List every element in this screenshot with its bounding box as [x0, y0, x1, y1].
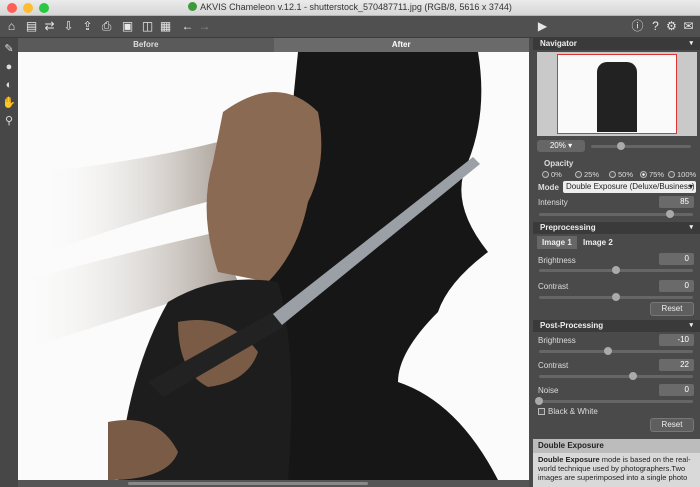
pre-contrast-label: Contrast: [538, 282, 569, 291]
print-icon[interactable]: ⎙: [99, 19, 114, 34]
window-title: AKVIS Chameleon v.12.1 - shutterstock_57…: [0, 2, 700, 12]
pre-brightness-slider[interactable]: [539, 266, 693, 274]
post-contrast-value[interactable]: 22: [659, 359, 694, 371]
pre-reset-button[interactable]: Reset: [650, 302, 694, 316]
collapse-icon[interactable]: ▾: [689, 222, 693, 234]
noise-label: Noise: [538, 386, 559, 395]
preprocessing-header[interactable]: Preprocessing ▾: [533, 222, 700, 234]
noise-slider[interactable]: [535, 397, 693, 405]
post-contrast-slider[interactable]: [539, 372, 693, 380]
black-white-checkbox[interactable]: [538, 408, 545, 415]
export-icon[interactable]: ⇪: [80, 19, 95, 34]
selection-tool-icon[interactable]: ✎: [2, 42, 16, 56]
pre-contrast-value[interactable]: 0: [659, 280, 694, 292]
intensity-value[interactable]: 85: [659, 196, 694, 208]
postprocessing-header[interactable]: Post-Processing ▾: [533, 320, 700, 332]
help-title: Double Exposure: [533, 439, 700, 453]
intensity-knob[interactable]: [665, 210, 674, 218]
zoom-select[interactable]: 20% ▾: [537, 140, 585, 152]
akvis-logo-icon: [188, 2, 198, 11]
mode-label: Mode: [538, 183, 559, 192]
settings-file-icon[interactable]: ▦: [158, 19, 173, 34]
gear-icon[interactable]: ⚙: [664, 19, 679, 34]
save-icon[interactable]: ⇩: [61, 19, 76, 34]
batch-icon[interactable]: ▣: [120, 19, 135, 34]
pre-contrast-slider[interactable]: [539, 293, 693, 301]
hand-tool-icon[interactable]: ✋: [2, 96, 16, 110]
info-icon[interactable]: ⓘ: [630, 19, 645, 34]
opacity-label: Opacity: [544, 159, 574, 168]
mode-select[interactable]: Double Exposure (Deluxe/Business) ▾: [563, 181, 696, 193]
zoom-tool-icon[interactable]: ⚲: [2, 114, 16, 128]
tools-bar: ✎ ● ◐ ✋ ⚲: [0, 38, 18, 487]
tab-after[interactable]: After: [273, 38, 529, 52]
scroll-thumb[interactable]: [128, 482, 368, 485]
post-reset-button[interactable]: Reset: [650, 418, 694, 432]
swap-images-icon[interactable]: ⇄: [42, 19, 57, 34]
opacity-75-radio[interactable]: 75%: [640, 170, 664, 179]
help-box: Double Exposure Double Exposure mode is …: [533, 439, 700, 487]
share-icon[interactable]: ◫: [140, 19, 155, 34]
eraser-tool-icon[interactable]: ◐: [2, 78, 16, 92]
tab-image-2[interactable]: Image 2: [578, 236, 618, 249]
notifications-icon[interactable]: ✉: [681, 19, 696, 34]
noise-value[interactable]: 0: [659, 384, 694, 396]
collapse-icon[interactable]: ▾: [689, 320, 693, 332]
intensity-label: Intensity: [538, 198, 568, 207]
toolbar: ⌂ ▤ ⇄ ⇩ ⇪ ⎙ ▣ ◫ ▦ ← → ▶ ⓘ ? ⚙ ✉: [0, 16, 700, 38]
help-text: Double Exposure mode is based on the rea…: [538, 455, 691, 482]
opacity-0-radio[interactable]: 0%: [542, 170, 562, 179]
post-contrast-label: Contrast: [538, 361, 569, 370]
help-icon[interactable]: ?: [648, 19, 663, 34]
post-brightness-label: Brightness: [538, 336, 576, 345]
pre-brightness-knob[interactable]: [612, 266, 620, 274]
image-canvas[interactable]: [18, 52, 529, 480]
post-brightness-slider[interactable]: [539, 347, 693, 355]
settings-panel: Navigator ▾ 20% ▾ Opacity 0% 25% 50% 75% …: [533, 38, 700, 487]
undo-icon[interactable]: ←: [180, 19, 195, 34]
navigator-header[interactable]: Navigator ▾: [533, 38, 700, 50]
black-white-label: Black & White: [548, 407, 598, 416]
noise-knob[interactable]: [535, 397, 543, 405]
opacity-50-radio[interactable]: 50%: [609, 170, 633, 179]
view-tabs: Before After: [18, 38, 529, 52]
post-brightness-value[interactable]: -10: [659, 334, 694, 346]
redo-icon[interactable]: →: [197, 19, 212, 34]
opacity-100-radio[interactable]: 100%: [668, 170, 696, 179]
zoom-slider[interactable]: [591, 142, 691, 150]
post-contrast-knob[interactable]: [628, 372, 637, 380]
tab-before[interactable]: Before: [18, 38, 274, 52]
navigator-preview[interactable]: [537, 52, 697, 136]
drop-tool-icon[interactable]: ●: [2, 60, 16, 74]
home-icon[interactable]: ⌂: [4, 19, 19, 34]
tab-image-1[interactable]: Image 1: [537, 236, 577, 249]
pre-contrast-knob[interactable]: [612, 293, 620, 301]
collapse-icon[interactable]: ▾: [689, 38, 693, 50]
title-bar: AKVIS Chameleon v.12.1 - shutterstock_57…: [0, 0, 700, 16]
pre-brightness-label: Brightness: [538, 256, 576, 265]
double-exposure-image: [18, 52, 529, 480]
run-icon[interactable]: ▶: [535, 19, 550, 34]
post-brightness-knob[interactable]: [604, 347, 613, 355]
opacity-25-radio[interactable]: 25%: [575, 170, 599, 179]
horizontal-scrollbar[interactable]: [18, 480, 529, 487]
open-file-icon[interactable]: ▤: [24, 19, 39, 34]
intensity-slider[interactable]: [539, 210, 693, 218]
pre-brightness-value[interactable]: 0: [659, 253, 694, 265]
